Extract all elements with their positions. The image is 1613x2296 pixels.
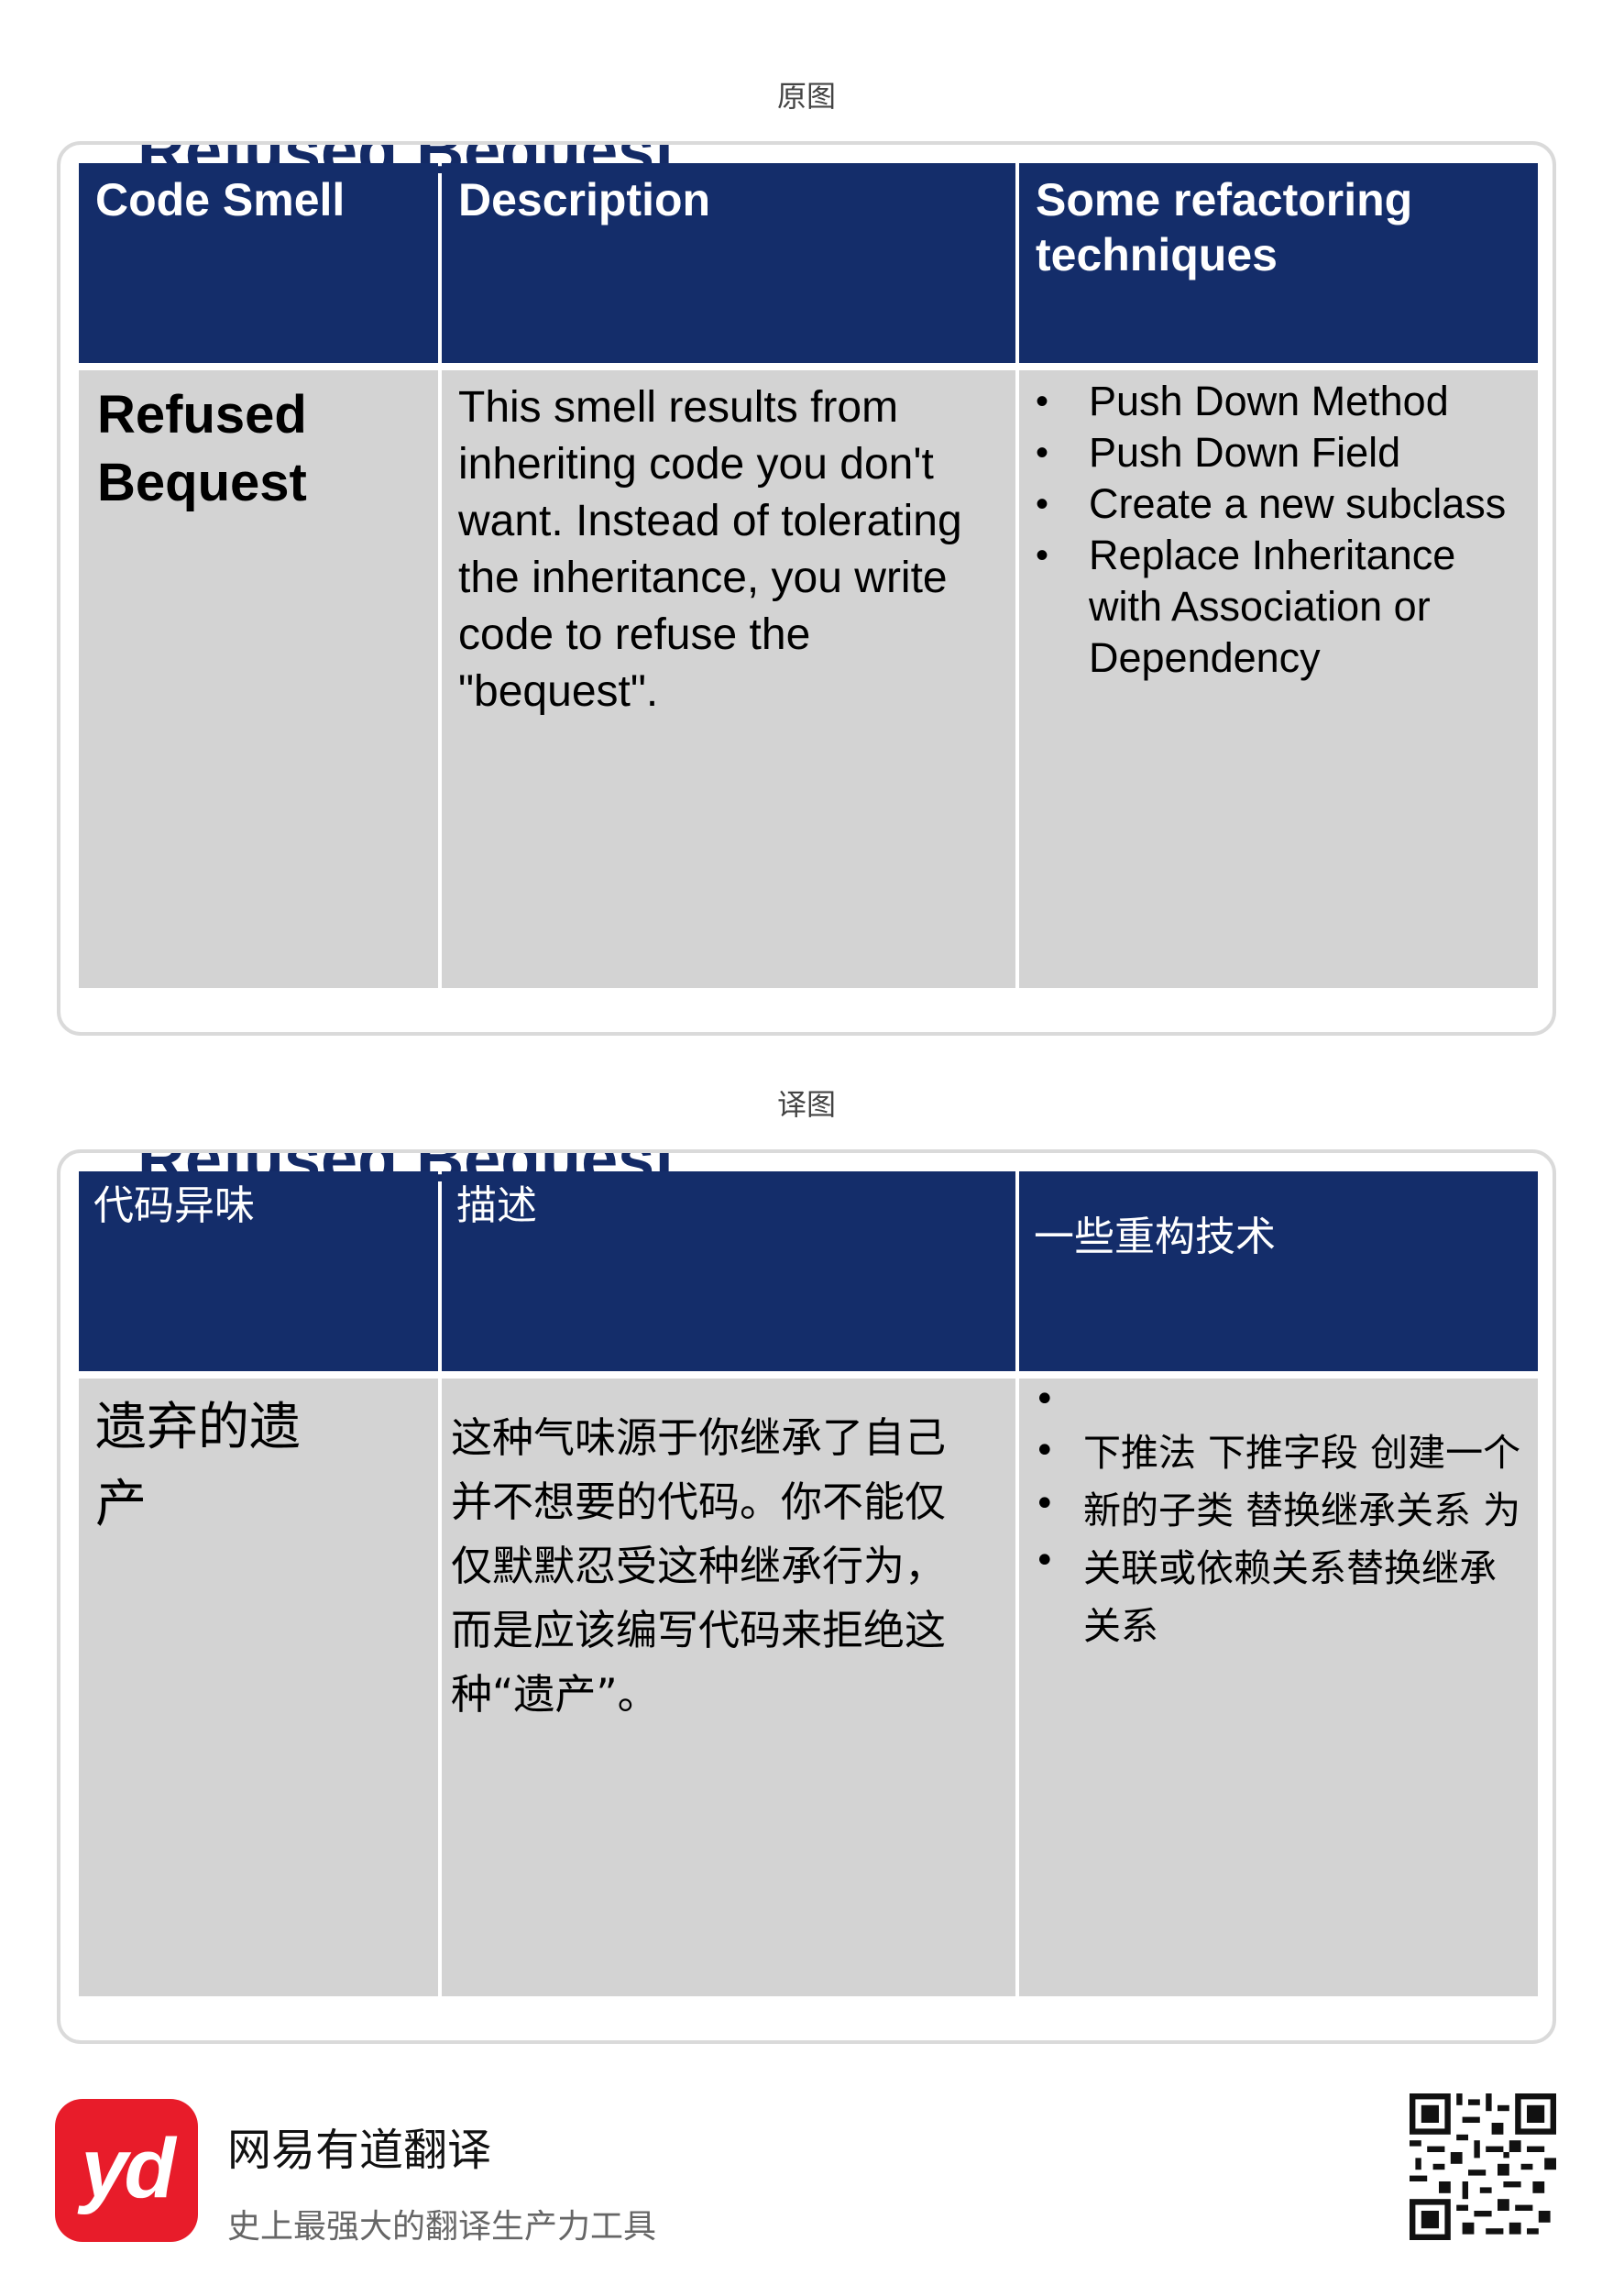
cell-techniques: • Push Down Method • Push Down Field • Crea… bbox=[1019, 370, 1538, 988]
app-name: 网易有道翻译 bbox=[227, 2125, 492, 2176]
qr-code-icon bbox=[1410, 2093, 1556, 2240]
header-description: Description bbox=[442, 163, 1015, 363]
original-card: Refused Bequest Code Smell Description S… bbox=[57, 141, 1556, 1036]
youdao-logo: yd bbox=[55, 2099, 198, 2242]
header-code-smell: Code Smell bbox=[79, 163, 438, 363]
translated-card: Refused Bequest 代码异味 描述 一些重构技术 遗弃的遗产 这种气… bbox=[57, 1149, 1556, 2044]
header-techniques: 一些重构技术 bbox=[1019, 1171, 1538, 1371]
original-table: Code Smell Description Some refactoring … bbox=[79, 163, 1538, 988]
list-item: • Push Down Field bbox=[1019, 427, 1538, 478]
app-slogan: 史上最强大的翻译生产力工具 bbox=[227, 2208, 657, 2246]
header-code-smell: 代码异味 bbox=[79, 1171, 438, 1371]
techniques-text: 下推法 下推字段 创建一个新的子类 替换继承关系 为关联或依赖关系替换继承关系 bbox=[1083, 1431, 1521, 1648]
bullet-icon: • bbox=[1034, 1540, 1056, 1582]
cell-description: 这种气味源于你继承了自己并不想要的代码。你不能仅仅默默忍受这种继承行为，而是应该… bbox=[442, 1379, 1015, 1996]
translated-section-label: 译图 bbox=[776, 1087, 836, 1122]
list-item: • Create a new subclass bbox=[1019, 478, 1538, 530]
cell-smell-name: Refused Bequest bbox=[79, 370, 438, 988]
techniques-list: • Push Down Method • Push Down Field • Crea… bbox=[1019, 370, 1538, 684]
bullet-icon: • bbox=[1036, 484, 1049, 524]
header-description: 描述 bbox=[442, 1171, 1015, 1371]
original-section-label: 原图 bbox=[776, 79, 836, 114]
bullet-icon: • bbox=[1036, 535, 1049, 576]
bullet-icon: • bbox=[1034, 1483, 1056, 1525]
bullet-icon: • bbox=[1034, 1430, 1056, 1472]
list-item: • Push Down Method bbox=[1019, 376, 1538, 427]
translated-table: 代码异味 描述 一些重构技术 遗弃的遗产 这种气味源于你继承了自己并不想要的代码… bbox=[79, 1171, 1538, 1996]
cell-techniques: • • • • 下推法 下推字段 创建一个新的子类 替换继承关系 为关联或依赖关… bbox=[1019, 1379, 1538, 1996]
cell-description: This smell results from inheriting code … bbox=[442, 370, 1015, 988]
list-item: • Replace Inheritance with Association or… bbox=[1036, 532, 1456, 681]
bullet-icon: • bbox=[1036, 433, 1049, 473]
bullet-icon: • bbox=[1034, 1379, 1056, 1421]
header-techniques: Some refactoring techniques bbox=[1019, 163, 1538, 363]
bullet-icon: • bbox=[1036, 381, 1049, 422]
cell-smell-name: 遗弃的遗产 bbox=[79, 1379, 438, 1996]
